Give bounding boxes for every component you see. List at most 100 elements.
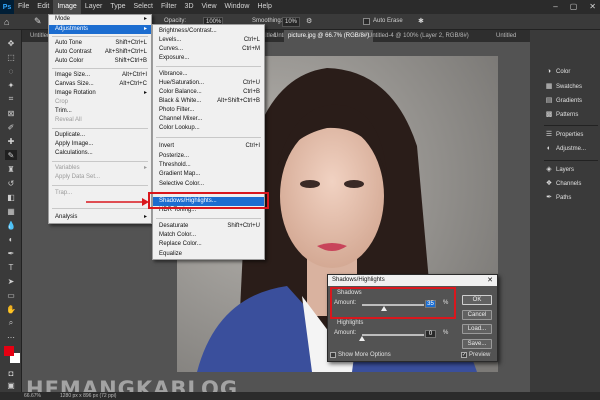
menu-item-desaturate[interactable]: Desaturate Shift+Ctrl+U (153, 222, 264, 231)
gradient-tool-icon[interactable]: ▦ (5, 206, 17, 216)
menu-item-mode[interactable]: Mode ▸ (49, 15, 151, 24)
menu-item-image-size[interactable]: Image Size... Alt+Ctrl+I (49, 71, 151, 80)
healing-tool-icon[interactable]: ✚ (5, 136, 17, 146)
menu-item-channel-mixer[interactable]: Channel Mixer... (153, 115, 264, 124)
cancel-button[interactable]: Cancel (462, 310, 492, 320)
menu-item-adjustments[interactable]: Adjustments ▸ (49, 25, 151, 34)
panel-channels[interactable]: ❖ Channels (542, 177, 600, 191)
menu-edit[interactable]: Edit (33, 0, 53, 14)
zoom-tool-icon[interactable]: ⌕ (5, 318, 17, 328)
symmetry-icon[interactable]: ✱ (418, 17, 424, 25)
menu-item-color-lookup[interactable]: Color Lookup... (153, 124, 264, 133)
auto-erase-checkbox[interactable] (363, 18, 370, 25)
menu-item-levels[interactable]: Levels... Ctrl+L (153, 36, 264, 45)
type-tool-icon[interactable]: T (5, 262, 17, 272)
menu-type[interactable]: Type (106, 0, 129, 14)
menu-filter[interactable]: Filter (157, 0, 181, 14)
menu-window[interactable]: Window (221, 0, 254, 14)
foreground-color-swatch[interactable] (4, 346, 14, 356)
menu-item-invert[interactable]: Invert Ctrl+I (153, 142, 264, 151)
menu-item-exposure[interactable]: Exposure... (153, 54, 264, 63)
menu-item-photo-filter[interactable]: Photo Filter... (153, 106, 264, 115)
menu-item-auto-contrast[interactable]: Auto Contrast Alt+Shift+Ctrl+L (49, 48, 151, 57)
menu-image[interactable]: Image (53, 0, 81, 14)
quick-select-tool-icon[interactable]: ✦ (5, 80, 17, 90)
path-select-tool-icon[interactable]: ➤ (5, 276, 17, 286)
panel-properties[interactable]: ☰ Properties (542, 128, 600, 142)
menu-item-equalize[interactable]: Equalize (153, 250, 264, 259)
menu-item-auto-tone[interactable]: Auto Tone Shift+Ctrl+L (49, 39, 151, 48)
menu-help[interactable]: Help (253, 0, 275, 14)
quick-mask-icon[interactable]: ◘ (5, 368, 17, 378)
minimize-icon[interactable]: – (553, 0, 557, 14)
move-tool-icon[interactable]: ✥ (5, 38, 17, 48)
tab-untitled-c[interactable]: Untitled (492, 30, 520, 42)
menu-layer[interactable]: Layer (81, 0, 107, 14)
highlights-slider-thumb[interactable] (359, 336, 365, 341)
panel-color[interactable]: ◑ Color (542, 65, 600, 79)
menu-item-calculations[interactable]: Calculations... (49, 149, 151, 158)
shape-tool-icon[interactable]: ▭ (5, 290, 17, 300)
tab-picture[interactable]: picture.jpg @ 66.7% (RGB/8#) (284, 30, 374, 42)
menu-item-threshold[interactable]: Threshold... (153, 161, 264, 170)
dodge-tool-icon[interactable]: ◐ (5, 234, 17, 244)
menu-item-gradient-map[interactable]: Gradient Map... (153, 170, 264, 179)
blur-tool-icon[interactable]: 💧 (5, 220, 17, 230)
menu-item-apply-image[interactable]: Apply Image... (49, 140, 151, 149)
home-icon[interactable]: ⌂ (4, 17, 9, 27)
menu-item-selective-color[interactable]: Selective Color... (153, 180, 264, 189)
menu-select[interactable]: Select (130, 0, 157, 14)
panel-adjustments[interactable]: ◐ Adjustme... (542, 142, 600, 156)
panel-swatches[interactable]: ▦ Swatches (542, 80, 600, 94)
panel-gradients[interactable]: ▤ Gradients (542, 94, 600, 108)
history-brush-tool-icon[interactable]: ↺ (5, 178, 17, 188)
menu-item-duplicate[interactable]: Duplicate... (49, 131, 151, 140)
save-button[interactable]: Save... (462, 339, 492, 349)
menu-item-analysis[interactable]: Analysis ▸ (49, 213, 151, 222)
menu-item-vibrance[interactable]: Vibrance... (153, 70, 264, 79)
hand-tool-icon[interactable]: ✋ (5, 304, 17, 314)
crop-tool-icon[interactable]: ⌗ (5, 94, 17, 104)
preview-checkbox[interactable]: ✓ (461, 352, 467, 358)
menu-item-curves[interactable]: Curves... Ctrl+M (153, 45, 264, 54)
panel-layers[interactable]: ◈ Layers (542, 163, 600, 177)
close-window-icon[interactable]: ✕ (589, 0, 596, 14)
highlights-amount-input[interactable]: 0 (425, 330, 436, 338)
menu-item-match-color[interactable]: Match Color... (153, 231, 264, 240)
brush-tool-icon[interactable]: ✎ (34, 16, 42, 27)
ok-button[interactable]: OK (462, 295, 492, 305)
more-tools-icon[interactable]: ⋯ (5, 332, 17, 342)
shadows-amount-slider[interactable] (362, 304, 424, 306)
lasso-tool-icon[interactable]: ◌ (5, 66, 17, 76)
menu-item-canvas-size[interactable]: Canvas Size... Alt+Ctrl+C (49, 80, 151, 89)
menu-item-replace-color[interactable]: Replace Color... (153, 240, 264, 249)
load-button[interactable]: Load... (462, 324, 492, 334)
maximize-icon[interactable]: ▢ (570, 0, 578, 14)
eraser-tool-icon[interactable]: ◧ (5, 192, 17, 202)
gear-icon[interactable]: ⚙ (306, 17, 312, 25)
marquee-tool-icon[interactable]: ⬚ (5, 52, 17, 62)
menu-item-posterize[interactable]: Posterize... (153, 152, 264, 161)
menu-3d[interactable]: 3D (181, 0, 198, 14)
brush-tool-icon[interactable]: ✎ (5, 150, 17, 160)
panel-patterns[interactable]: ▩ Patterns (542, 108, 600, 122)
screen-mode-icon[interactable]: ▣ (5, 380, 17, 390)
menu-file[interactable]: File (14, 0, 33, 14)
smoothing-input[interactable]: 10% (282, 17, 300, 27)
shadows-slider-thumb[interactable] (380, 306, 387, 311)
eyedropper-tool-icon[interactable]: ✐ (5, 122, 17, 132)
menu-item-auto-color[interactable]: Auto Color Shift+Ctrl+B (49, 57, 151, 66)
show-more-options-checkbox[interactable] (330, 352, 336, 358)
close-icon[interactable]: ✕ (487, 275, 493, 286)
highlights-amount-slider[interactable] (362, 334, 424, 336)
stamp-tool-icon[interactable]: ♜ (5, 164, 17, 174)
tab-untitled-4[interactable]: Untitled-4 @ 100% (Layer 2, RGB/8#) (364, 30, 473, 42)
menu-item-hue-saturation[interactable]: Hue/Saturation... Ctrl+U (153, 79, 264, 88)
frame-tool-icon[interactable]: ⊠ (5, 108, 17, 118)
menu-item-trim[interactable]: Trim... (49, 107, 151, 116)
shadows-amount-input[interactable]: 35 (425, 300, 436, 308)
pen-tool-icon[interactable]: ✒ (5, 248, 17, 258)
panel-paths[interactable]: ✒ Paths (542, 191, 600, 205)
menu-item-brightness-contrast[interactable]: Brightness/Contrast... (153, 27, 264, 36)
menu-item-black-white[interactable]: Black & White... Alt+Shift+Ctrl+B (153, 97, 264, 106)
